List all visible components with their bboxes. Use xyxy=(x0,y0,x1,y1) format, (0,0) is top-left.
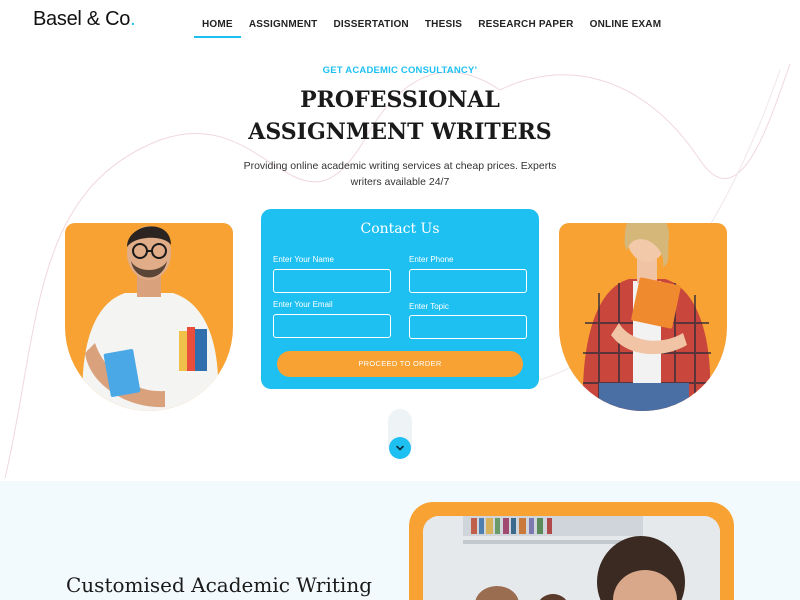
phone-input[interactable] xyxy=(409,269,527,293)
email-input[interactable] xyxy=(273,314,391,338)
library-photo-frame xyxy=(409,502,734,600)
chevron-down-icon xyxy=(396,445,404,451)
nav-item-assignment[interactable]: ASSIGNMENT xyxy=(241,12,326,38)
main-nav: HOME ASSIGNMENT DISSERTATION THESIS RESE… xyxy=(194,12,669,38)
contact-title: Contact Us xyxy=(360,221,440,237)
topic-input[interactable] xyxy=(409,315,527,339)
nav-item-research-paper[interactable]: RESEARCH PAPER xyxy=(470,12,581,38)
custom-writing-section: Customised Academic Writing xyxy=(0,481,800,600)
brand-logo[interactable]: Basel & Co. xyxy=(33,8,136,31)
topic-label: Enter Topic xyxy=(409,302,449,311)
brand-name: Basel & Co xyxy=(33,8,131,30)
brand-dot: . xyxy=(130,8,136,30)
proceed-to-order-button[interactable]: PROCEED TO ORDER xyxy=(277,351,523,377)
email-label: Enter Your Email xyxy=(273,300,333,309)
section-title: Customised Academic Writing xyxy=(66,573,373,597)
scroll-down-button[interactable] xyxy=(389,437,411,459)
headline-line-2: ASSIGNMENT WRITERS xyxy=(248,119,552,145)
hero-subtext: Providing online academic writing servic… xyxy=(243,160,557,188)
female-student-portrait xyxy=(559,223,727,411)
library-photo xyxy=(423,516,720,600)
phone-label: Enter Phone xyxy=(409,255,454,264)
name-label: Enter Your Name xyxy=(273,255,334,264)
female-student-illustration xyxy=(582,223,711,411)
name-input[interactable] xyxy=(273,269,391,293)
hero-eyebrow: GET ACADEMIC CONSULTANCY’ xyxy=(322,65,478,76)
nav-item-online-exam[interactable]: ONLINE EXAM xyxy=(582,12,670,38)
male-student-portrait xyxy=(65,223,233,411)
site-header: Basel & Co. HOME ASSIGNMENT DISSERTATION… xyxy=(0,0,800,48)
hero-headline: PROFESSIONAL ASSIGNMENT WRITERS xyxy=(0,84,800,148)
nav-item-thesis[interactable]: THESIS xyxy=(417,12,470,38)
library-student-illustration xyxy=(423,516,720,600)
contact-form-card: Contact Us Enter Your Name Enter Phone E… xyxy=(261,209,539,389)
nav-item-dissertation[interactable]: DISSERTATION xyxy=(325,12,416,38)
headline-line-1: PROFESSIONAL xyxy=(300,87,500,113)
male-student-illustration xyxy=(82,226,219,411)
nav-item-home[interactable]: HOME xyxy=(194,12,241,38)
